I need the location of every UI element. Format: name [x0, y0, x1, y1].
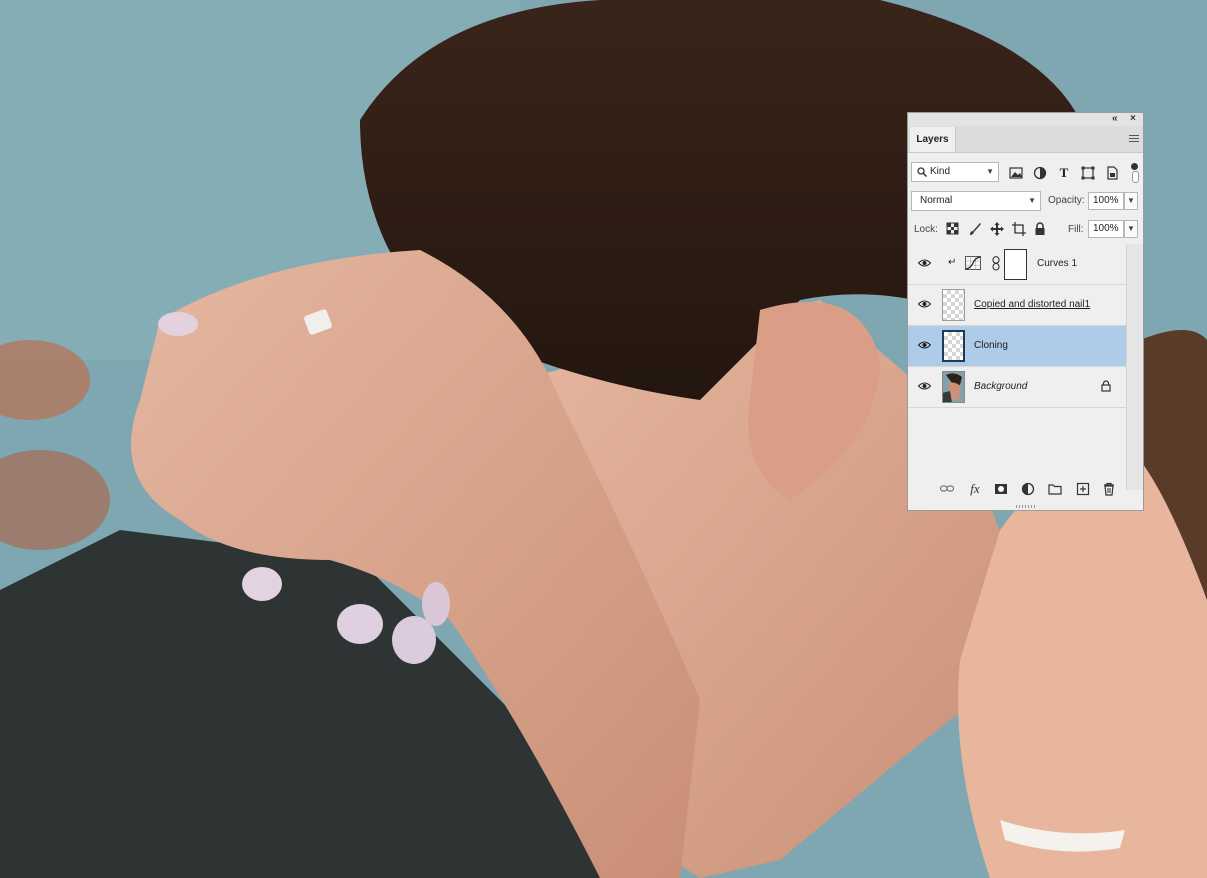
layer-thumbnail[interactable] [942, 289, 965, 321]
opacity-input[interactable]: 100% [1088, 192, 1124, 210]
smart-object-filter-icon[interactable] [1105, 166, 1119, 180]
new-adjustment-icon[interactable] [1021, 482, 1035, 496]
layers-bottom-toolbar: fx [908, 477, 1143, 501]
layer-row-copied-nail[interactable]: Copied and distorted nail1 [908, 285, 1127, 326]
lock-artboard-icon[interactable] [1012, 222, 1026, 236]
chain-link-icon[interactable] [992, 256, 1000, 271]
fill-dropdown-button[interactable]: ▼ [1124, 220, 1138, 238]
blend-mode-select[interactable]: Normal ▼ [911, 191, 1041, 211]
chevron-down-icon: ▼ [1028, 196, 1036, 205]
layer-name: Copied and distorted nail1 [974, 299, 1091, 310]
new-layer-icon[interactable] [1076, 482, 1090, 496]
eye-icon[interactable] [918, 381, 931, 391]
lock-row: Lock: Fill: 100% ▼ [908, 219, 1143, 241]
shape-filter-icon[interactable] [1081, 166, 1095, 180]
image-filter-icon[interactable] [1009, 166, 1023, 180]
layer-name: Curves 1 [1037, 258, 1078, 269]
layers-scrollbar[interactable] [1126, 244, 1143, 490]
layer-row-curves-1[interactable]: ↵ Curves 1 [908, 244, 1127, 285]
add-mask-icon[interactable] [994, 482, 1008, 496]
panel-menu-icon[interactable] [1129, 135, 1139, 143]
lock-transparent-pixels-icon[interactable] [946, 222, 960, 236]
layer-name: Background [974, 381, 1028, 392]
layers-list: ↵ Curves 1 Copied and distorted nail1 Cl… [908, 244, 1127, 408]
lock-icon [1101, 380, 1111, 392]
layer-row-cloning[interactable]: Cloning [908, 326, 1127, 367]
blend-mode-value: Normal [920, 195, 953, 206]
blend-row: Normal ▼ Opacity: 100% ▼ [908, 191, 1143, 213]
fx-icon[interactable]: fx [968, 482, 982, 496]
delete-icon[interactable] [1102, 482, 1116, 496]
curves-adjustment-icon [965, 256, 981, 270]
opacity-dropdown-button[interactable]: ▼ [1124, 192, 1138, 210]
filter-kind-select[interactable]: Kind ▼ [911, 162, 999, 182]
opacity-label: Opacity: [1048, 195, 1085, 206]
panel-resize-grip[interactable] [1016, 505, 1036, 508]
adjustment-filter-icon[interactable] [1033, 166, 1047, 180]
eye-icon[interactable] [918, 340, 931, 350]
filter-toggle-switch[interactable] [1129, 163, 1139, 183]
lock-position-icon[interactable] [990, 222, 1004, 236]
tab-layers[interactable]: Layers [910, 127, 956, 152]
chevron-down-icon: ▼ [986, 167, 994, 176]
lock-image-pixels-icon[interactable] [968, 222, 982, 236]
search-icon [917, 167, 927, 177]
filter-row: Kind ▼ T [908, 162, 1143, 184]
eye-icon[interactable] [918, 299, 931, 309]
layer-name: Cloning [974, 340, 1008, 351]
layer-thumbnail[interactable] [942, 330, 965, 362]
panel-title-bar[interactable]: « × [908, 113, 1143, 126]
new-group-icon[interactable] [1048, 482, 1062, 496]
close-icon[interactable]: × [1130, 113, 1136, 125]
lock-all-icon[interactable] [1034, 222, 1048, 236]
layers-panel: « × Layers Kind ▼ T Normal ▼ Opacity: 10… [907, 112, 1144, 511]
double-chevron-left-icon[interactable]: « [1112, 113, 1118, 125]
layer-mask-thumbnail[interactable] [1004, 249, 1027, 280]
fill-label: Fill: [1068, 224, 1084, 235]
layer-row-background[interactable]: Background [908, 367, 1127, 408]
background-thumbnail[interactable] [942, 371, 965, 403]
panel-tab-row: Layers [908, 126, 1143, 153]
eye-icon[interactable] [918, 258, 931, 268]
lock-label: Lock: [914, 224, 938, 235]
link-layers-icon[interactable] [940, 482, 954, 496]
filter-kind-label: Kind [930, 166, 951, 177]
type-filter-icon[interactable]: T [1057, 166, 1071, 180]
clipping-mask-icon: ↵ [948, 257, 957, 268]
fill-input[interactable]: 100% [1088, 220, 1124, 238]
